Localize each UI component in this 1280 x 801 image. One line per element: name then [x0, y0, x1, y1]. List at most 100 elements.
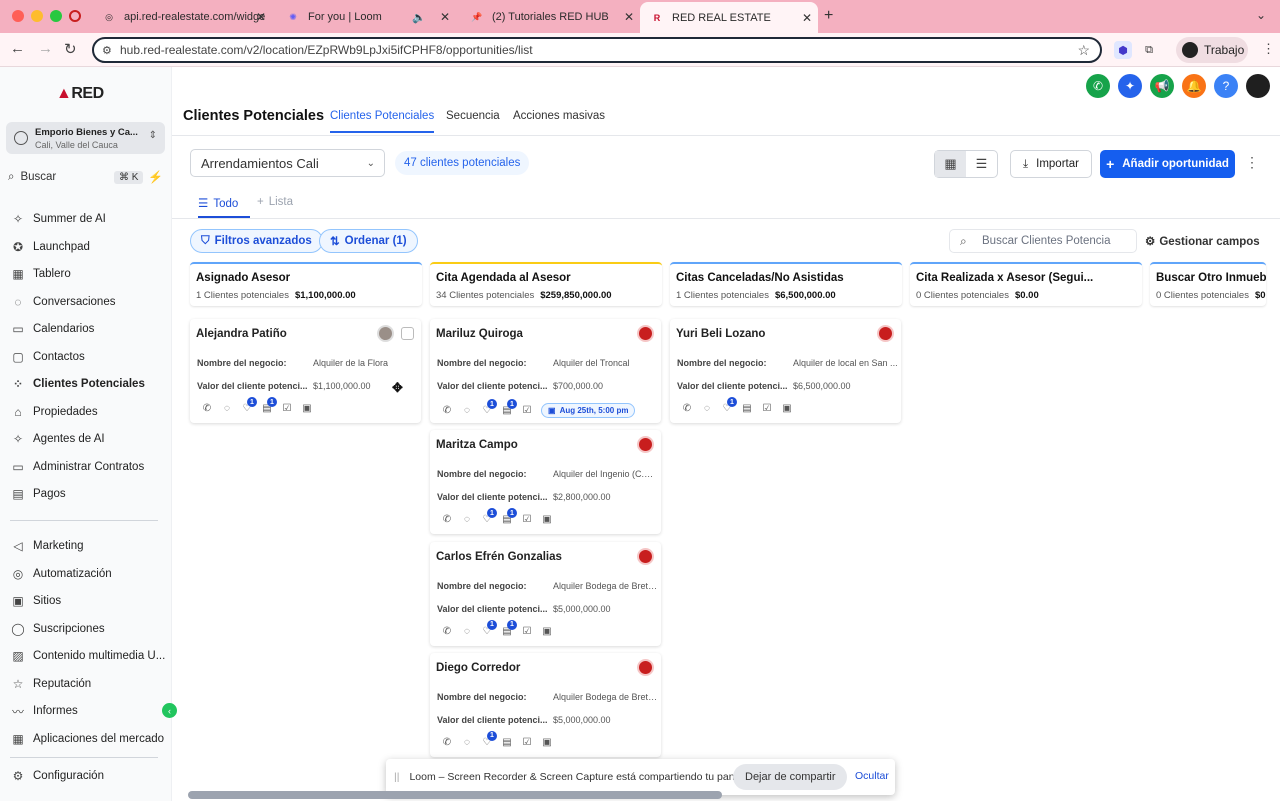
minimize-window-button[interactable]: [31, 10, 43, 22]
pipeline-column-header[interactable]: Citas Canceladas/No Asistidas 1 Clientes …: [670, 262, 902, 306]
sidebar-item-conversaciones[interactable]: ◌ Conversaciones: [10, 291, 170, 313]
heart-icon[interactable]: ♡ 1: [477, 508, 497, 525]
note-icon[interactable]: ▤ 1: [497, 399, 517, 416]
opportunity-card[interactable]: Mariluz Quiroga Nombre del negocio: Alquil…: [430, 319, 661, 423]
advanced-filters-button[interactable]: ⛉ Filtros avanzados: [190, 229, 323, 253]
note-icon[interactable]: ▤ 1: [497, 508, 517, 525]
pipeline-select[interactable]: Arrendamientos Cali ⌄: [190, 149, 385, 177]
task-icon[interactable]: ☑: [517, 514, 537, 525]
card-name[interactable]: Diego Corredor: [436, 662, 520, 674]
reload-icon[interactable]: ↻: [64, 40, 77, 58]
sidebar-item-sitios[interactable]: ▣ Sitios: [10, 590, 170, 612]
task-icon[interactable]: ☑: [757, 403, 777, 414]
browser-tab-red[interactable]: R RED REAL ESTATE ✕: [640, 2, 818, 33]
bookmark-star-icon[interactable]: ☆: [1077, 42, 1090, 59]
task-icon[interactable]: ☑: [517, 405, 537, 416]
phone-icon[interactable]: ✆: [437, 626, 457, 637]
sidebar-item-configuracion[interactable]: ⚙ Configuración: [10, 765, 170, 787]
sidebar-item-summer-de-ai[interactable]: ✧ Summer de AI: [10, 208, 170, 230]
sidebar-item-launchpad[interactable]: ✪ Launchpad: [10, 236, 170, 258]
phone-icon[interactable]: ✆: [437, 737, 457, 748]
hide-button[interactable]: Ocultar: [855, 770, 889, 782]
heart-icon[interactable]: ♡ 1: [477, 399, 497, 416]
url-field[interactable]: ⚙ hub.red-realestate.com/v2/location/EZp…: [92, 37, 1102, 63]
account-switcher[interactable]: Emporio Bienes y Ca... Cali, Valle del C…: [6, 122, 165, 154]
card-name[interactable]: Mariluz Quiroga: [436, 328, 523, 340]
extension-icon[interactable]: ⬢: [1114, 41, 1132, 59]
note-icon[interactable]: ▤: [737, 403, 757, 414]
calendar-icon[interactable]: ▣: [537, 737, 557, 748]
drag-handle-icon[interactable]: ||: [394, 771, 399, 783]
collapse-sidebar-button[interactable]: ‹: [162, 703, 177, 718]
phone-icon[interactable]: ✆: [197, 403, 217, 414]
note-icon[interactable]: ▤ 1: [257, 397, 277, 414]
tab-todo[interactable]: ☰ Todo: [198, 196, 250, 218]
sidebar-item-propiedades[interactable]: ⌂ Propiedades: [10, 401, 170, 423]
sidebar-search[interactable]: ⌕ Buscar ⌘ K ⚡: [8, 167, 164, 187]
calendar-icon[interactable]: ▣: [297, 403, 317, 414]
pipeline-column-header[interactable]: Cita Realizada x Asesor (Segui... 0 Clien…: [910, 262, 1142, 306]
note-icon[interactable]: ▤ 1: [497, 619, 517, 637]
sidebar-item-aplicaciones-del-mercado[interactable]: ▦ Aplicaciones del mercado: [10, 728, 170, 750]
sidebar-item-agentes-de-ai[interactable]: ✧ Agentes de AI: [10, 428, 170, 450]
sidebar-item-tablero[interactable]: ▦ Tablero: [10, 263, 170, 285]
select-checkbox[interactable]: [401, 327, 414, 340]
tab-clientes-potenciales[interactable]: Clientes Potenciales: [330, 110, 435, 133]
message-icon[interactable]: ◌: [697, 403, 717, 414]
user-avatar[interactable]: [1246, 74, 1270, 98]
tab-lista[interactable]: + Lista: [257, 196, 293, 208]
task-icon[interactable]: ☑: [517, 737, 537, 748]
search-opportunities-input[interactable]: ⌕ Buscar Clientes Potencia: [949, 229, 1137, 253]
opportunity-card[interactable]: Maritza Campo Nombre del negocio: Alquiler…: [430, 430, 661, 535]
site-info-icon[interactable]: ⚙: [102, 44, 112, 57]
sidebar-item-pagos[interactable]: ▤ Pagos: [10, 483, 170, 505]
maximize-window-button[interactable]: [50, 10, 62, 22]
close-icon[interactable]: ✕: [256, 10, 266, 24]
message-icon[interactable]: ◌: [457, 514, 477, 525]
sidebar-item-informes[interactable]: 〰 Informes: [10, 700, 170, 722]
help-icon[interactable]: ?: [1214, 74, 1238, 98]
tab-search-icon[interactable]: ⌄: [1256, 8, 1266, 22]
phone-icon[interactable]: ✆: [1086, 74, 1110, 98]
puzzle-icon[interactable]: ⧉: [1140, 41, 1158, 59]
opportunity-card[interactable]: Carlos Efrén Gonzalias Nombre del negocio…: [430, 541, 661, 646]
more-options-icon[interactable]: ⋮: [1245, 154, 1259, 171]
manage-fields-button[interactable]: ⚙ Gestionar campos: [1145, 234, 1260, 248]
calendar-icon[interactable]: ▣: [537, 514, 557, 525]
note-icon[interactable]: ▤: [497, 737, 517, 748]
close-icon[interactable]: ✕: [802, 11, 812, 25]
ai-sparkle-icon[interactable]: ✦: [1118, 74, 1142, 98]
card-name[interactable]: Maritza Campo: [436, 439, 518, 451]
browser-tab-api[interactable]: ◎ api.red-realestate.com/widge ✕: [92, 4, 272, 30]
card-name[interactable]: Carlos Efrén Gonzalias: [436, 551, 562, 563]
close-icon[interactable]: ✕: [624, 10, 634, 24]
add-opportunity-button[interactable]: + Añadir oportunidad: [1100, 150, 1235, 178]
pipeline-column-header[interactable]: Buscar Otro Inmueble 0 Clientes potencial…: [1150, 262, 1266, 306]
sidebar-item-contenido-multimedia-u[interactable]: ▨ Contenido multimedia U...: [10, 645, 170, 667]
phone-icon[interactable]: ✆: [437, 514, 457, 525]
new-tab-button[interactable]: +: [824, 7, 833, 25]
calendar-icon[interactable]: ▣: [537, 626, 557, 637]
heart-icon[interactable]: ♡ 1: [717, 397, 737, 414]
pipeline-column-header[interactable]: Asignado Asesor 1 Clientes potenciales $1,…: [190, 262, 422, 306]
sidebar-item-clientes-potenciales[interactable]: ⁘ Clientes Potenciales: [10, 373, 170, 395]
sidebar-item-administrar-contratos[interactable]: ▭ Administrar Contratos: [10, 456, 170, 478]
sidebar-item-suscripciones[interactable]: ◯ Suscripciones: [10, 618, 170, 640]
message-icon[interactable]: ◌: [457, 405, 477, 416]
message-icon[interactable]: ◌: [457, 626, 477, 637]
phone-icon[interactable]: ✆: [437, 405, 457, 416]
back-icon[interactable]: ←: [10, 40, 25, 57]
heart-icon[interactable]: ♡ 1: [477, 619, 497, 637]
speaker-icon[interactable]: 🔈: [412, 11, 426, 24]
import-button[interactable]: ⤓ Importar: [1010, 150, 1092, 178]
card-name[interactable]: Alejandra Patiño: [196, 328, 287, 340]
appointment-badge[interactable]: ▣ Aug 25th, 5:00 pm: [541, 403, 636, 418]
horizontal-scrollbar[interactable]: [188, 791, 722, 799]
browser-tab-tutoriales[interactable]: 📌 (2) Tutoriales RED HUB ✕: [460, 4, 640, 30]
card-name[interactable]: Yuri Beli Lozano: [676, 328, 765, 340]
calendar-icon[interactable]: ▣: [777, 403, 797, 414]
opportunity-card[interactable]: Diego Corredor Nombre del negocio: Alquile…: [430, 652, 661, 757]
megaphone-icon[interactable]: 📢: [1150, 74, 1174, 98]
sidebar-item-contactos[interactable]: ▢ Contactos: [10, 346, 170, 368]
pipeline-column-header[interactable]: Cita Agendada al Asesor 34 Clientes poten…: [430, 262, 662, 306]
